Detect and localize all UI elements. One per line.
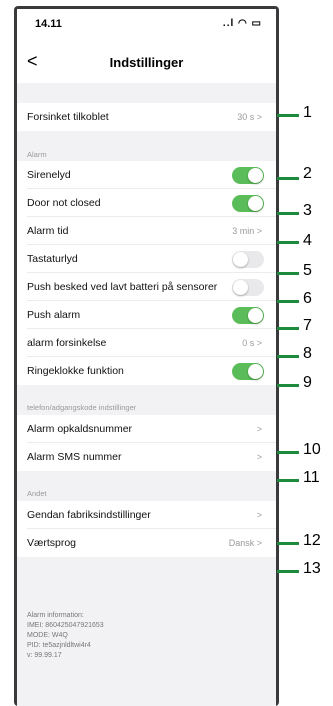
row-label: Alarm SMS nummer xyxy=(27,451,122,463)
callout-line xyxy=(277,451,299,454)
status-bar: 14.11 ..l ◠ ▭ xyxy=(17,9,276,45)
callout-number: 4 xyxy=(303,232,312,249)
toggle-knob xyxy=(248,308,263,323)
row-gendan-fabriksindstillinger[interactable]: Gendan fabriksindstillinger > xyxy=(17,501,276,529)
callout-line xyxy=(277,384,299,387)
callout-line xyxy=(277,241,299,244)
info-line: IMEI: 860425047921653 xyxy=(27,622,104,629)
toggle-knob xyxy=(248,196,263,211)
row-label: Forsinket tilkoblet xyxy=(27,111,109,123)
row-label: Ringeklokke funktion xyxy=(27,365,124,377)
callout-line xyxy=(277,212,299,215)
callout-number: 7 xyxy=(303,317,312,334)
callout-number: 13 xyxy=(303,560,321,577)
row-label: Tastaturlyd xyxy=(27,253,78,265)
callout-number: 6 xyxy=(303,290,312,307)
callout-line xyxy=(277,272,299,275)
row-label: alarm forsinkelse xyxy=(27,337,107,349)
callout-number: 1 xyxy=(303,104,312,121)
callout-line xyxy=(277,327,299,330)
chevron-right-icon: > xyxy=(256,510,262,520)
row-label: Alarm opkaldsnummer xyxy=(27,423,133,435)
row-label: Door not closed xyxy=(27,197,101,209)
section-telefon: telefon/adgangskode indstillinger xyxy=(27,403,137,412)
row-label: Gendan fabriksindstillinger xyxy=(27,509,151,521)
row-value: 3 min > xyxy=(232,226,262,236)
row-alarm-forsinkelse[interactable]: alarm forsinkelse 0 s > xyxy=(17,329,276,357)
toggle-knob xyxy=(233,280,248,295)
status-time: 14.11 xyxy=(35,18,62,30)
row-alarm-sms-nummer[interactable]: Alarm SMS nummer > xyxy=(17,443,276,471)
row-forsinket-tilkoblet[interactable]: Forsinket tilkoblet 30 s > xyxy=(17,103,276,131)
phone-frame: 14.11 ..l ◠ ▭ < Indstillinger Forsinket … xyxy=(14,6,279,706)
page-title: Indstillinger xyxy=(109,55,184,70)
ringeklokke-toggle[interactable] xyxy=(232,363,264,380)
row-label: Push alarm xyxy=(27,309,81,321)
info-line: v: 99.99.17 xyxy=(27,652,62,659)
toggle-knob xyxy=(233,252,248,267)
row-label: Sirenelyd xyxy=(27,169,71,181)
section-alarm: Alarm xyxy=(27,150,47,159)
callout-line xyxy=(277,177,299,180)
nav-bar: < Indstillinger xyxy=(17,45,276,83)
row-push-alarm: Push alarm xyxy=(17,301,276,329)
callout-number: 10 xyxy=(303,441,321,458)
row-value: 30 s > xyxy=(237,112,262,122)
callout-number: 5 xyxy=(303,262,312,279)
info-line: PID: te5azjnldltwi4r4 xyxy=(27,642,91,649)
callout-number: 12 xyxy=(303,532,321,549)
row-label: Alarm tid xyxy=(27,225,69,237)
row-ringeklokke: Ringeklokke funktion xyxy=(17,357,276,385)
callout-line xyxy=(277,355,299,358)
sirenelyd-toggle[interactable] xyxy=(232,167,264,184)
row-label: Push besked ved lavt batteri på sensorer xyxy=(27,281,218,293)
row-vaertsprog[interactable]: Værtsprog Dansk > xyxy=(17,529,276,557)
section-andet: Andet xyxy=(27,489,47,498)
tastaturlyd-toggle[interactable] xyxy=(232,251,264,268)
toggle-knob xyxy=(248,364,263,379)
row-value: 0 s > xyxy=(242,338,262,348)
info-line: MODE: W4Q xyxy=(27,632,68,639)
callout-number: 8 xyxy=(303,345,312,362)
callout-line xyxy=(277,542,299,545)
callout-number: 9 xyxy=(303,374,312,391)
row-alarm-opkaldsnummer[interactable]: Alarm opkaldsnummer > xyxy=(17,415,276,443)
callout-line xyxy=(277,479,299,482)
callout-number: 3 xyxy=(303,202,312,219)
callout-number: 11 xyxy=(303,469,320,486)
row-label: Værtsprog xyxy=(27,537,77,549)
push-batteri-toggle[interactable] xyxy=(232,279,264,296)
chevron-right-icon: > xyxy=(256,452,262,462)
row-sirenelyd: Sirenelyd xyxy=(17,161,276,189)
row-tastaturlyd: Tastaturlyd xyxy=(17,245,276,273)
info-line: Alarm information: xyxy=(27,612,84,619)
row-value: Dansk > xyxy=(228,538,262,548)
toggle-knob xyxy=(248,168,263,183)
callout-line xyxy=(277,114,299,117)
door-not-closed-toggle[interactable] xyxy=(232,195,264,212)
push-alarm-toggle[interactable] xyxy=(232,307,264,324)
callout-line xyxy=(277,570,299,573)
screen: 14.11 ..l ◠ ▭ < Indstillinger Forsinket … xyxy=(17,9,276,706)
row-push-besked-batteri: Push besked ved lavt batteri på sensorer xyxy=(17,273,276,301)
row-door-not-closed: Door not closed xyxy=(17,189,276,217)
alarm-information: Alarm information: IMEI: 860425047921653… xyxy=(27,611,104,661)
chevron-right-icon: > xyxy=(256,424,262,434)
callout-line xyxy=(277,300,299,303)
row-alarm-tid[interactable]: Alarm tid 3 min > xyxy=(17,217,276,245)
callout-number: 2 xyxy=(303,165,312,182)
status-icons: ..l ◠ ▭ xyxy=(222,18,262,29)
